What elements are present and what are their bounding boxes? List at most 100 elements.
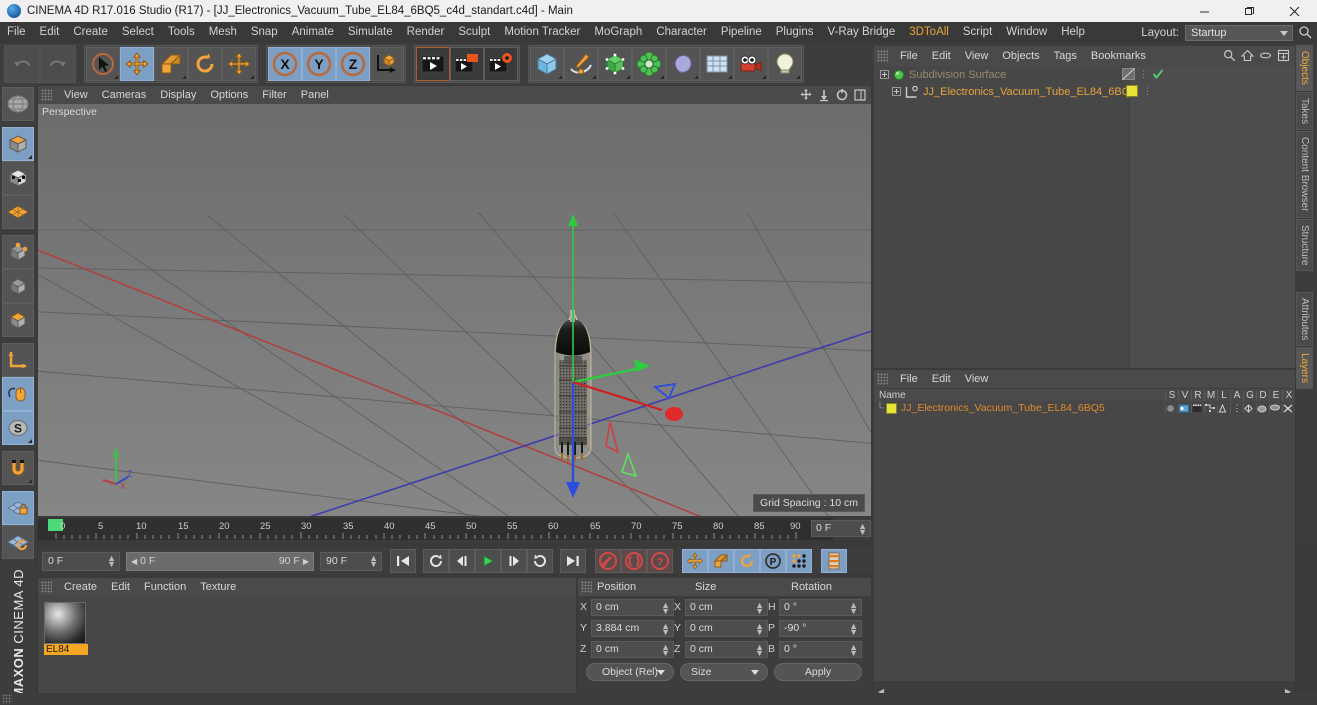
stepper-icon[interactable]: ▲ ▼ xyxy=(369,553,378,568)
layer-animation-icon[interactable]: ⋮ xyxy=(1230,402,1243,414)
layer-render-icon[interactable] xyxy=(1191,403,1204,413)
size-mode-dropdown[interactable]: Size xyxy=(680,663,768,681)
timeline-ruler[interactable]: 0 5 10 15 20 25 30 35 40 45 50 55 60 65 70 75 80 85 … xyxy=(38,518,833,540)
render-view-button[interactable] xyxy=(416,47,450,81)
parameter-key-button[interactable]: P xyxy=(760,549,786,573)
search-icon[interactable] xyxy=(1298,25,1313,40)
material-thumbnail[interactable] xyxy=(44,602,86,644)
material-menu-create[interactable]: Create xyxy=(57,578,104,596)
menu-mograph[interactable]: MoGraph xyxy=(587,22,649,43)
workplane-reset-button[interactable] xyxy=(2,525,34,559)
tab-takes[interactable]: Takes xyxy=(1296,91,1313,131)
object-manager-tree[interactable]: Subdivision Surface ⋮ JJ_Electronics_Vac… xyxy=(874,66,1295,368)
search-icon[interactable] xyxy=(1223,49,1236,62)
object-row-vacuum-tube[interactable]: JJ_Electronics_Vacuum_Tube_EL84_6BQ5 ⋮ xyxy=(874,83,1295,100)
panel-grip-icon[interactable] xyxy=(41,89,52,101)
menu-mesh[interactable]: Mesh xyxy=(202,22,244,43)
render-settings-button[interactable] xyxy=(484,47,518,81)
menu-sculpt[interactable]: Sculpt xyxy=(451,22,497,43)
layer-column-e[interactable]: E xyxy=(1269,389,1282,401)
layer-menu-view[interactable]: View xyxy=(958,370,996,388)
close-button[interactable] xyxy=(1272,0,1317,22)
viewport-menu-filter[interactable]: Filter xyxy=(255,86,293,104)
stepper-icon[interactable]: ▲ ▼ xyxy=(849,600,858,615)
rotate-tool-button[interactable] xyxy=(188,47,222,81)
panel-grip-icon[interactable] xyxy=(41,581,52,593)
range-right-arrow-icon[interactable]: ▶ xyxy=(303,557,309,566)
layer-column-v[interactable]: V xyxy=(1178,389,1191,401)
y-axis-lock-button[interactable]: Y xyxy=(302,47,336,81)
model-mode-button[interactable] xyxy=(2,127,34,161)
layer-column-a[interactable]: A xyxy=(1230,389,1243,401)
layer-column-r[interactable]: R xyxy=(1191,389,1204,401)
record-active-objects-button[interactable] xyxy=(595,549,621,573)
stepper-icon[interactable]: ▲ ▼ xyxy=(755,621,764,636)
add-deformer-button[interactable] xyxy=(632,47,666,81)
texture-mode-button[interactable] xyxy=(2,161,34,195)
stepper-icon[interactable]: ▲ ▼ xyxy=(661,621,670,636)
rotate-view-icon[interactable] xyxy=(835,88,849,102)
size-x-field[interactable]: 0 cm ▲ ▼ xyxy=(685,598,768,616)
z-axis-lock-button[interactable]: Z xyxy=(336,47,370,81)
deformer-mode-button[interactable] xyxy=(2,195,34,229)
play-reverse-loop-button[interactable] xyxy=(423,549,449,573)
play-button[interactable] xyxy=(475,549,501,573)
tab-attributes[interactable]: Attributes xyxy=(1296,292,1313,347)
menu-character[interactable]: Character xyxy=(649,22,714,43)
stepper-icon[interactable]: ▲ ▼ xyxy=(755,600,764,615)
undo-button[interactable] xyxy=(6,47,40,81)
position-z-field[interactable]: 0 cm ▲ ▼ xyxy=(591,640,674,658)
layer-column-x[interactable]: X xyxy=(1282,389,1295,401)
menu-script[interactable]: Script xyxy=(956,22,999,43)
stepper-icon[interactable]: ▲ ▼ xyxy=(661,600,670,615)
object-menu-objects[interactable]: Objects xyxy=(995,47,1046,65)
menu-vray-bridge[interactable]: V-Ray Bridge xyxy=(820,22,902,43)
autokeying-button[interactable] xyxy=(621,549,647,573)
scale-view-icon[interactable] xyxy=(817,88,831,102)
position-key-button[interactable] xyxy=(682,549,708,573)
end-frame-field[interactable]: 90 F ▲ ▼ xyxy=(320,551,382,571)
layout-dropdown[interactable]: Startup xyxy=(1185,24,1293,41)
go-to-start-button[interactable] xyxy=(390,549,416,573)
object-menu-view[interactable]: View xyxy=(958,47,996,65)
points-mode-button[interactable] xyxy=(2,235,34,269)
layer-menu-file[interactable]: File xyxy=(893,370,925,388)
add-environment-button[interactable] xyxy=(700,47,734,81)
add-camera-button[interactable] xyxy=(734,47,768,81)
expand-collapse-icon[interactable] xyxy=(880,70,889,79)
move-view-icon[interactable] xyxy=(799,88,813,102)
menu-create[interactable]: Create xyxy=(66,22,115,43)
timeline-layout-button[interactable] xyxy=(821,549,847,573)
stepper-icon[interactable]: ▲ ▼ xyxy=(858,522,867,537)
object-row-subdivision-surface[interactable]: Subdivision Surface ⋮ xyxy=(874,66,1295,83)
rotation-b-field[interactable]: 0 ° ▲ ▼ xyxy=(779,640,862,658)
checkmark-icon[interactable] xyxy=(1152,68,1164,80)
panel-grip-icon[interactable] xyxy=(581,581,592,593)
menu-animate[interactable]: Animate xyxy=(285,22,341,43)
viewport-menu-cameras[interactable]: Cameras xyxy=(95,86,154,104)
range-left-arrow-icon[interactable]: ◀ xyxy=(131,557,137,566)
disabled-tag-icon[interactable] xyxy=(1122,68,1135,80)
layer-column-l[interactable]: L xyxy=(1217,389,1230,401)
layer-solo-icon[interactable] xyxy=(1165,403,1178,413)
rotation-h-field[interactable]: 0 ° ▲ ▼ xyxy=(779,598,862,616)
add-light-button[interactable] xyxy=(768,47,802,81)
viewport-solo-button[interactable] xyxy=(2,377,34,411)
stepper-icon[interactable]: ▲ ▼ xyxy=(755,642,764,657)
step-forward-button[interactable] xyxy=(501,549,527,573)
workplane-lock-button[interactable] xyxy=(2,491,34,525)
object-menu-tags[interactable]: Tags xyxy=(1047,47,1084,65)
soft-selection-button[interactable]: S xyxy=(2,411,34,445)
material-tag-icon[interactable] xyxy=(1126,85,1138,97)
maximize-view-icon[interactable] xyxy=(853,88,867,102)
add-spline-button[interactable] xyxy=(564,47,598,81)
material-menu-edit[interactable]: Edit xyxy=(104,578,137,596)
play-forward-loop-button[interactable] xyxy=(527,549,553,573)
rotation-key-button[interactable] xyxy=(734,549,760,573)
menu-window[interactable]: Window xyxy=(999,22,1054,43)
layer-xpresso-icon[interactable] xyxy=(1282,403,1295,413)
panel-grip-icon[interactable] xyxy=(877,50,888,62)
redo-button[interactable] xyxy=(40,47,74,81)
expand-collapse-icon[interactable] xyxy=(892,87,901,96)
menu-3dtoall[interactable]: 3DToAll xyxy=(902,22,956,43)
